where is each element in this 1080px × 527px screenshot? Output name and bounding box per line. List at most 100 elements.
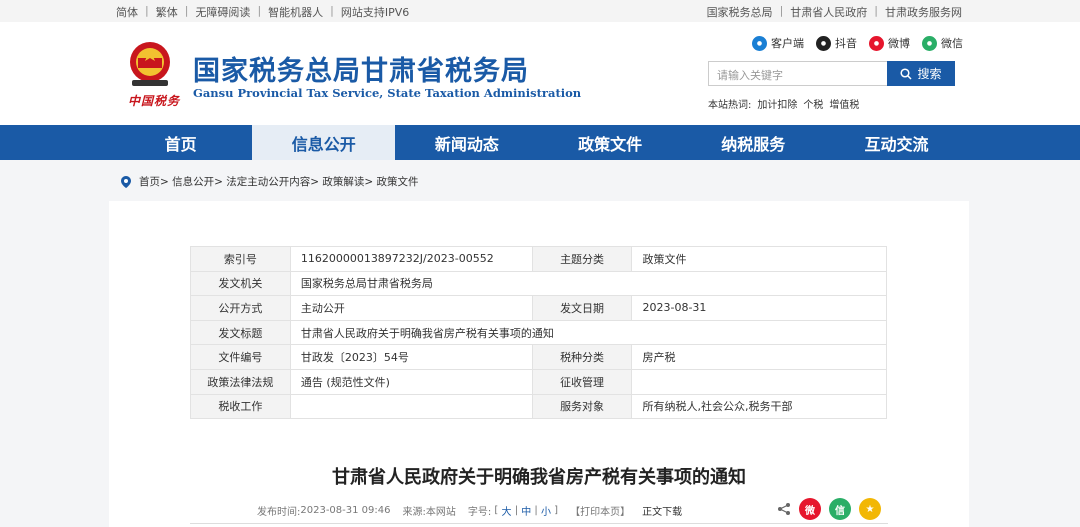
breadcrumb-text[interactable]: 首页> 信息公开> 法定主动公开内容> 政策解读> 政策文件 [139,174,419,189]
publish-time: 2023-08-31 09:46 [300,505,391,516]
metadata-key: 税收工作 [190,393,291,420]
nav-item[interactable]: 互动交流 [825,125,968,160]
publish-label: 发布时间: [257,507,301,518]
hot-word-link[interactable]: 增值税 [829,96,859,111]
download-button[interactable]: 正文下载 [642,503,682,518]
topbar-left-link[interactable]: 智能机器人 [268,4,323,20]
topbar-left-link[interactable]: 简体 [116,4,138,20]
topbar-left-links: 简体 | 繁体 | 无障碍阅读 | 智能机器人 | 网站支持IPV6 [116,4,409,20]
metadata-value [289,393,533,420]
topbar-left-link[interactable]: 无障碍阅读 [195,4,250,20]
share-wechat-icon[interactable]: 信 [829,498,851,520]
tax-seal-text: 中国税务 [128,94,181,108]
metadata-row: 发文标题 甘肃省人民政府关于明确我省房产税有关事项的通知 [190,319,888,346]
nav-item[interactable]: 纳税服务 [682,125,825,160]
metadata-value: 所有纳税人,社会公众,税务干部 [631,393,887,420]
metadata-value: 通告 (规范性文件) [289,368,533,395]
social-link-wechat[interactable]: ● 微信 [922,35,963,51]
location-pin-icon [121,175,131,188]
metadata-row: 税收工作 服务对象 所有纳税人,社会公众,税务干部 [190,393,887,420]
breadcrumb: 首页> 信息公开> 法定主动公开内容> 政策解读> 政策文件 [121,174,419,189]
separator: | [257,4,262,17]
metadata-row: 政策法律法规 通告 (规范性文件) 征收管理 [190,368,887,395]
hot-words: 本站热词: 加计扣除 个税 增值税 [708,96,865,111]
top-utility-bar: 简体 | 繁体 | 无障碍阅读 | 智能机器人 | 网站支持IPV6 国家税务总局 | 甘肃省人民政… [0,0,1080,22]
font-large-button[interactable]: 大 [502,503,512,518]
social-link-app[interactable]: ● 客户端 [752,35,804,51]
metadata-value: 国家税务总局甘肃省税务局 [289,270,888,297]
content-divider [190,523,888,527]
topbar-right-link[interactable]: 甘肃省人民政府 [790,4,867,20]
share-weibo-icon[interactable]: 微 [799,498,821,520]
main-nav: 首页 信息公开 新闻动态 政策文件 纳税服务 互动交流 [0,125,1080,160]
site-subtitle-en: Gansu Provincial Tax Service, State Taxa… [193,86,582,100]
separator: | [779,4,784,17]
social-label: 微信 [941,37,963,50]
separator: | [330,4,334,17]
metadata-key: 文件编号 [190,344,291,370]
print-button[interactable]: 【打印本页】 [570,503,630,518]
metadata-value: 主动公开 [289,295,533,321]
article-info-bar: 发布时间: 2023-08-31 09:46 来源: 本网站 字号: [ 大 |… [257,503,683,518]
nav-item[interactable]: 政策文件 [539,125,682,160]
share-favorite-icon[interactable]: ★ [859,498,881,520]
nav-item[interactable]: 新闻动态 [395,125,538,160]
topbar-right-links: 国家税务总局 | 甘肃省人民政府 | 甘肃政务服务网 [707,4,962,20]
source-label: 来源: [402,507,426,518]
metadata-key: 服务对象 [531,393,633,420]
metadata-key: 公开方式 [190,295,291,321]
search-input[interactable]: 请输入关键字 [708,61,888,86]
metadata-row: 公开方式 主动公开 发文日期 2023-08-31 [190,295,887,321]
metadata-key: 发文标题 [190,319,291,346]
topbar-right-link[interactable]: 甘肃政务服务网 [885,4,962,20]
nav-item[interactable]: 信息公开 [252,125,396,160]
hot-word-link[interactable]: 加计扣除 [757,96,797,111]
weibo-icon: ● [869,35,884,51]
topbar-right-link[interactable]: 国家税务总局 [707,4,773,20]
metadata-value: 甘政发〔2023〕54号 [289,344,533,370]
hot-word-link[interactable]: 个税 [803,96,823,111]
topbar-left-link[interactable]: 网站支持IPV6 [341,4,409,20]
metadata-key: 索引号 [190,246,291,272]
metadata-row: 发文机关 国家税务总局甘肃省税务局 [190,270,888,297]
separator: | [184,4,189,17]
douyin-icon: ● [816,35,831,51]
metadata-value: 房产税 [631,344,887,370]
search-button[interactable]: 搜索 [887,61,955,86]
social-link-weibo[interactable]: ● 微博 [869,35,910,51]
national-emblem-icon [130,42,170,86]
metadata-value: 11620000013897232J/2023-00552 [289,246,533,272]
hot-words-label: 本站热词: [708,100,752,111]
metadata-key: 政策法律法规 [190,368,291,395]
separator: | [874,4,878,17]
source-value: 本网站 [425,507,456,518]
metadata-row: 文件编号 甘政发〔2023〕54号 税种分类 房产税 [190,344,887,370]
metadata-key: 税种分类 [531,344,633,370]
metadata-value: 2023-08-31 [631,295,887,321]
separator: | [145,4,149,17]
share-icon[interactable] [777,502,791,516]
nav-item[interactable]: 首页 [109,125,252,160]
font-size-label: 字号: [467,507,492,518]
metadata-key: 主题分类 [531,246,633,272]
document-metadata-table: 索引号 11620000013897232J/2023-00552 主题分类 政策文件… [190,246,888,420]
metadata-value [631,368,887,395]
social-label: 微博 [888,37,910,50]
font-small-button[interactable]: 小 [541,503,551,518]
topbar-left-link[interactable]: 繁体 [156,4,178,20]
social-link-douyin[interactable]: ● 抖音 [816,35,857,51]
metadata-key: 发文机关 [190,270,291,297]
app-icon: ● [752,35,767,51]
share-bar: 微信 ★ [777,498,881,520]
main-nav-items: 首页 信息公开 新闻动态 政策文件 纳税服务 互动交流 [109,125,968,160]
metadata-key: 发文日期 [531,295,633,321]
social-label: 抖音 [835,37,857,50]
search-icon [900,67,913,80]
wechat-icon: ● [922,35,937,51]
font-medium-button[interactable]: 中 [521,503,531,518]
metadata-value: 甘肃省人民政府关于明确我省房产税有关事项的通知 [289,319,888,346]
content-panel: 索引号 11620000013897232J/2023-00552 主题分类 政策文件… [109,201,969,527]
metadata-value: 政策文件 [631,246,887,272]
site-title[interactable]: 国家税务总局甘肃省税务局 [193,49,529,88]
metadata-key: 征收管理 [531,368,633,395]
